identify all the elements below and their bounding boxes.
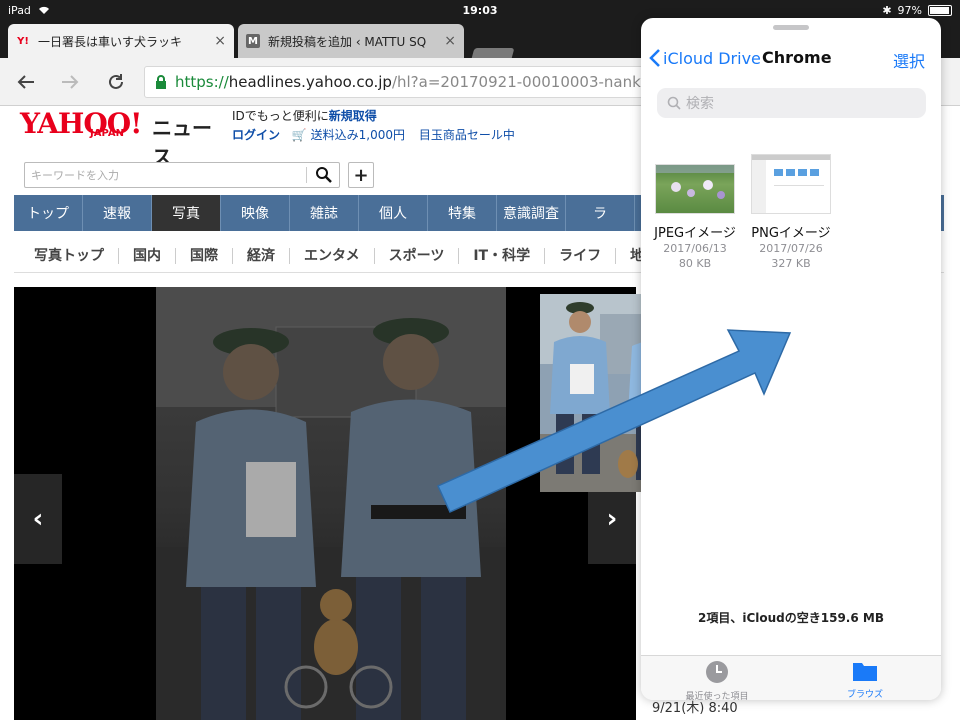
signup-link[interactable]: 新規取得 bbox=[329, 109, 377, 123]
search-icon[interactable] bbox=[315, 166, 333, 184]
url-host: headlines.yahoo.co.jp bbox=[228, 73, 392, 91]
main-nav-item[interactable]: 写真 bbox=[152, 195, 221, 231]
tab-label: 最近使った項目 bbox=[685, 692, 749, 700]
sub-nav-item[interactable]: エンタメ bbox=[290, 248, 375, 264]
file-size: 327 KB bbox=[771, 257, 811, 270]
sub-nav-item[interactable]: IT・科学 bbox=[459, 248, 546, 264]
cart-icon: 🛒 bbox=[291, 128, 307, 142]
forward-arrow-icon bbox=[62, 75, 79, 89]
tab-yahoo[interactable]: Y! 一日署長は車いす犬ラッキ × bbox=[8, 24, 234, 58]
file-item-png[interactable]: PNGイメージ 2017/07/26 327 KB bbox=[743, 154, 839, 271]
reload-button[interactable] bbox=[102, 68, 130, 96]
photo-police-officers-with-dog bbox=[156, 287, 506, 720]
chevron-left-icon bbox=[649, 49, 660, 67]
select-button[interactable]: 選択 bbox=[893, 48, 925, 72]
tab-label: ブラウズ bbox=[846, 690, 883, 700]
login-link[interactable]: ログイン bbox=[232, 128, 280, 142]
shipping-link[interactable]: 送料込み1,000円 bbox=[311, 128, 405, 142]
header-links: IDでもっと便利に新規取得 ログイン 🛒 送料込み1,000円 目玉商品セール中 bbox=[232, 108, 515, 144]
main-nav-item[interactable]: 個人 bbox=[359, 195, 428, 231]
back-label: iCloud Drive bbox=[663, 48, 761, 68]
tab-title: 一日署長は車いす犬ラッキ bbox=[38, 34, 183, 49]
back-button[interactable] bbox=[12, 68, 40, 96]
clock-icon bbox=[706, 661, 728, 683]
file-item-jpeg[interactable]: JPEGイメージ 2017/06/13 80 KB bbox=[647, 164, 743, 271]
tab-title: 新規投稿を追加 ‹ MATTU SQ bbox=[268, 34, 427, 49]
main-nav-item[interactable]: 映像 bbox=[221, 195, 290, 231]
main-nav-item[interactable]: ラ bbox=[566, 195, 635, 231]
prev-photo-button[interactable]: ‹ bbox=[14, 474, 62, 564]
photo-thumbnail-icon bbox=[655, 164, 735, 214]
news-search-input[interactable]: キーワードを入力 bbox=[24, 162, 340, 188]
tab-browse[interactable]: ブラウズ bbox=[815, 660, 915, 700]
sub-nav-item[interactable]: 国際 bbox=[176, 248, 233, 264]
files-tab-bar: 最近使った項目 ブラウズ bbox=[641, 655, 941, 700]
tab-close-icon[interactable]: × bbox=[214, 33, 226, 49]
back-arrow-icon bbox=[17, 75, 34, 89]
site-favicon-icon: M bbox=[246, 34, 260, 48]
folder-title: Chrome bbox=[762, 48, 832, 67]
main-nav-item[interactable]: 雑誌 bbox=[290, 195, 359, 231]
photo-illustration bbox=[156, 287, 506, 720]
logo-sub: JAPAN bbox=[90, 128, 124, 139]
tab-mattu[interactable]: M 新規投稿を追加 ‹ MATTU SQ × bbox=[238, 24, 464, 58]
forward-button[interactable] bbox=[56, 68, 84, 96]
main-nav-item[interactable]: トップ bbox=[14, 195, 83, 231]
main-nav-item[interactable]: 意識調査 bbox=[497, 195, 566, 231]
file-name: JPEGイメージ bbox=[654, 226, 736, 241]
file-date: 2017/06/13 bbox=[663, 242, 727, 255]
files-search-input[interactable]: 検索 bbox=[657, 88, 926, 118]
screen: iPad 19:03 ✱ 97% Y! 一日署長は車いす犬ラッキ × M 新規投… bbox=[0, 0, 960, 720]
files-slide-over-panel: iCloud Drive Chrome 選択 検索 JPEGイメージ 2017/… bbox=[641, 18, 941, 700]
yahoo-favicon-icon: Y! bbox=[17, 35, 29, 47]
search-placeholder: キーワードを入力 bbox=[31, 169, 119, 182]
sale-link[interactable]: 目玉商品セール中 bbox=[419, 128, 515, 142]
back-to-icloud-drive-button[interactable]: iCloud Drive bbox=[649, 48, 761, 68]
battery-icon bbox=[928, 4, 952, 16]
status-bar: iPad 19:03 ✱ 97% bbox=[0, 0, 960, 20]
folder-icon bbox=[853, 663, 877, 681]
file-name: PNGイメージ bbox=[751, 226, 831, 241]
search-icon bbox=[667, 96, 681, 110]
sub-nav-item[interactable]: 経済 bbox=[233, 248, 290, 264]
right-column bbox=[941, 286, 960, 720]
chevron-left-icon: ‹ bbox=[32, 504, 44, 534]
url-scheme: https:// bbox=[175, 73, 229, 91]
lock-icon bbox=[156, 75, 166, 89]
panel-grabber[interactable] bbox=[773, 25, 809, 30]
main-nav-item[interactable]: 速報 bbox=[83, 195, 152, 231]
storage-summary: 2項目、iCloudの空き159.6 MB bbox=[698, 611, 884, 625]
sub-nav-item[interactable]: 写真トップ bbox=[14, 248, 119, 264]
file-date: 2017/07/26 bbox=[759, 242, 823, 255]
chevron-right-icon: › bbox=[606, 504, 618, 534]
yahoo-news-logo[interactable]: YAHOO! JAPAN ニュース bbox=[20, 110, 220, 170]
clock: 19:03 bbox=[462, 3, 498, 17]
reload-icon bbox=[109, 74, 123, 89]
battery-level bbox=[930, 6, 950, 14]
file-size: 80 KB bbox=[678, 257, 712, 270]
sub-nav-item[interactable]: ライフ bbox=[545, 248, 617, 264]
search-divider bbox=[306, 167, 307, 183]
main-nav-item[interactable]: 特集 bbox=[428, 195, 497, 231]
search-placeholder: 検索 bbox=[686, 96, 714, 112]
screenshot-thumbnail-icon bbox=[751, 154, 831, 214]
sub-nav-item[interactable]: スポーツ bbox=[375, 248, 460, 264]
signup-prompt: IDでもっと便利に bbox=[232, 109, 329, 123]
sub-nav-item[interactable]: 国内 bbox=[119, 248, 176, 264]
add-button[interactable]: + bbox=[348, 162, 374, 188]
tab-close-icon[interactable]: × bbox=[444, 33, 456, 49]
tab-recents[interactable]: 最近使った項目 bbox=[667, 660, 767, 700]
address-bar[interactable]: https://headlines.yahoo.co.jp/hl?a=20170… bbox=[144, 66, 704, 98]
